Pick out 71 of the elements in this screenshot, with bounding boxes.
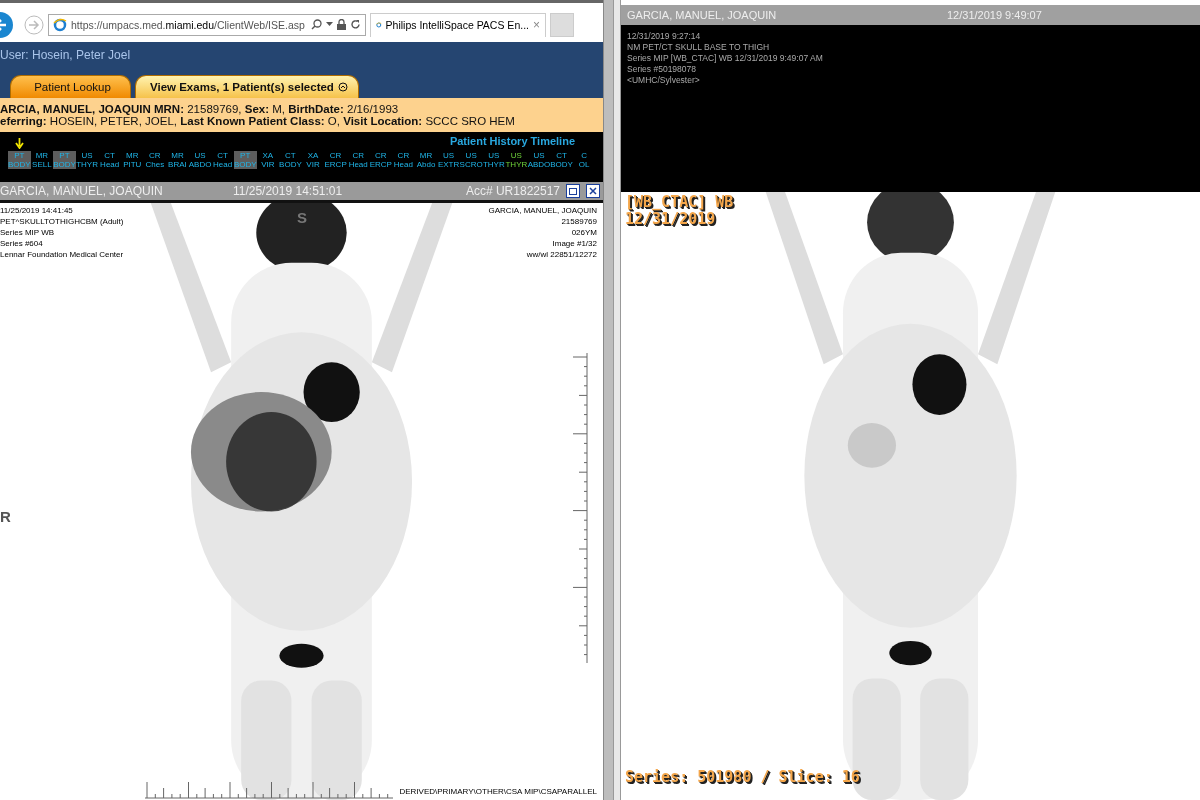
timeline-item[interactable]: MR SELL — [30, 151, 54, 169]
overlay-text: 026YM — [571, 227, 597, 238]
overlay-text: 21589769 — [561, 216, 597, 227]
timeline-item[interactable]: US EXTR — [437, 151, 460, 169]
info-text: NM PET/CT SKULL BASE TO THIGH — [627, 42, 771, 53]
timeline-item[interactable]: US ABDO — [527, 151, 551, 169]
maximize-icon — [569, 187, 577, 195]
timeline-item[interactable]: CR Head — [392, 151, 415, 169]
timeline-item[interactable]: MR BRAI — [166, 151, 189, 169]
accession-number: Acc# UR1822517 — [465, 184, 560, 198]
overlay-text: DERIVED\PRIMARY\OTHER\CSA MIP\CSAPARALLEL — [399, 787, 597, 796]
info-text: Series #50198078 — [627, 64, 697, 75]
orientation-label: S — [297, 209, 307, 226]
search-icon[interactable] — [311, 19, 322, 30]
referring-info: eferring: HOSEIN, PETER, JOEL, Last Known Patient Class: O, Visit Location: SCCC SRO HEM — [0, 115, 516, 127]
overlay-text: 11/25/2019 14:41:45 — [0, 205, 74, 216]
user-label: User: Hosein, Peter Joel — [0, 47, 132, 62]
overlay-text: GARCIA, MANUEL, JOAQUIN — [488, 205, 597, 216]
study-datetime: 12/31/2019 9:49:07 — [947, 9, 1042, 21]
scrollbar[interactable] — [603, 0, 613, 800]
overlay-text: Lennar Foundation Medical Center — [0, 249, 124, 260]
orientation-label: R — [0, 508, 11, 525]
timeline-item[interactable]: US ABDO — [188, 151, 212, 169]
browser-tab[interactable]: Philips IntelliSpace PACS En... × — [370, 12, 546, 37]
timeline-title: Patient History Timeline — [449, 135, 575, 147]
dropdown-icon[interactable] — [326, 22, 333, 27]
patient-name: GARCIA, MANUEL, JOAQUIN — [0, 184, 164, 198]
lock-icon — [337, 19, 346, 30]
timeline-item[interactable]: C OL — [572, 151, 596, 169]
timeline-item[interactable]: XA VIR — [256, 151, 280, 169]
overlay-text: 12/31/2019 — [625, 211, 717, 228]
close-icon[interactable]: × — [533, 18, 540, 32]
tab-title: Philips IntelliSpace PACS En... — [385, 19, 529, 31]
overlay-text: ww/wl 22851/12272 — [526, 249, 597, 260]
nav-tab[interactable]: Patient Lookup — [10, 75, 131, 98]
overlay-text: [WB_CTAC] WB — [625, 194, 734, 211]
timeline-item[interactable]: CR Head — [346, 151, 370, 169]
close-button[interactable] — [586, 184, 600, 198]
timeline-item[interactable]: US THYR — [482, 151, 506, 169]
timeline-item[interactable]: XA VIR — [301, 151, 325, 169]
timeline-item[interactable]: CT Head — [98, 151, 121, 169]
overlay-text: PET^SKULLTOTHIGHCBM (Adult) — [0, 216, 124, 227]
timeline-item[interactable]: CR ERCP — [369, 151, 393, 169]
timeline-item[interactable]: US SCRO — [459, 151, 483, 169]
timeline-item[interactable]: CT BODY — [550, 151, 573, 169]
overlay-text: Image #1/32 — [552, 238, 597, 249]
timeline-item[interactable]: CR ERCP — [324, 151, 347, 169]
timeline-item[interactable]: CT BODY — [279, 151, 302, 169]
info-text: <UMHC/Sylvester> — [627, 75, 701, 86]
timeline-item[interactable]: US THYR — [75, 151, 99, 169]
timeline-item[interactable]: CT Head — [211, 151, 234, 169]
address-field[interactable]: https://umpacs.med.miami.edu/ClientWeb/ISE.asp — [48, 13, 366, 36]
info-text: 12/31/2019 9:27:14 — [627, 31, 702, 42]
browser-icon — [53, 17, 67, 32]
overlay-text: Series #604 — [0, 238, 44, 249]
patient-info: ARCIA, MANUEL, JOAQUIN MRN: 21589769, Sex: M, BirthDate: 2/16/1993 — [0, 103, 400, 115]
collapse-icon[interactable] — [337, 82, 348, 92]
series-slice-text: Series: 501980 / Slice: 16 — [625, 768, 860, 786]
url-text: https://umpacs.med.miami.edu/ClientWeb/ISE.asp — [71, 18, 306, 31]
overlay-text: Series MIP WB — [0, 227, 56, 238]
timeline-item[interactable]: MR PITU — [120, 151, 144, 169]
study-datetime: 11/25/2019 14:51:01 — [232, 184, 344, 198]
close-icon — [589, 187, 597, 195]
timeline-item[interactable]: MR Abdo — [414, 151, 438, 169]
maximize-button[interactable] — [566, 184, 580, 198]
info-text: Series MIP [WB_CTAC] WB 12/31/2019 9:49:07 AM — [627, 53, 824, 64]
patient-name: GARCIA, MANUEL, JOAQUIN — [627, 9, 778, 21]
timeline-item[interactable]: CR Ches — [143, 151, 167, 169]
nav-tab[interactable]: View Exams, 1 Patient(s) selected — [135, 75, 359, 98]
timeline-item[interactable]: US THYR — [505, 151, 528, 169]
refresh-icon[interactable] — [350, 19, 361, 30]
